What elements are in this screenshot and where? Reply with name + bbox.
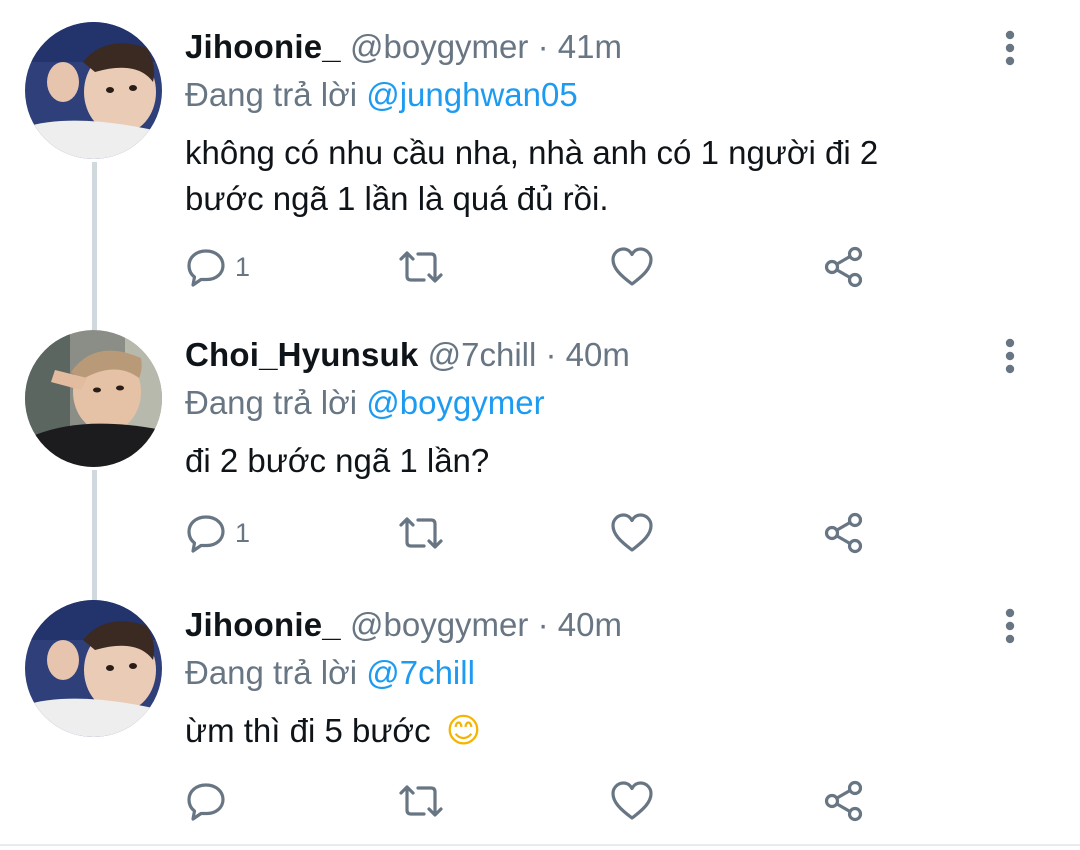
tweet-text: ừm thì đi 5 bước 😊 — [185, 708, 1005, 754]
user-handle[interactable]: @7chill — [428, 336, 537, 373]
retweet-icon — [399, 785, 443, 817]
mention-link[interactable]: @boygymer — [366, 384, 544, 421]
reply-icon — [187, 249, 225, 287]
share-icon — [824, 780, 863, 822]
tweet[interactable]: Jihoonie_ @boygymer · 40m Đang trả lời @… — [0, 600, 1080, 840]
more-vertical-icon — [1005, 338, 1015, 374]
tweet-actions: 1 — [185, 508, 885, 558]
more-button[interactable] — [995, 28, 1025, 68]
reply-icon — [187, 783, 225, 821]
more-vertical-icon — [1005, 30, 1015, 66]
separator-dot: · — [537, 606, 549, 643]
tweet-actions — [185, 776, 885, 826]
share-button[interactable] — [822, 508, 866, 558]
share-icon — [824, 512, 863, 554]
tweet-text-content: ừm thì đi 5 bước — [185, 712, 431, 749]
smiling-face-emoji: 😊 — [445, 712, 482, 750]
avatar[interactable] — [25, 22, 162, 159]
reply-button[interactable]: 1 — [185, 508, 250, 558]
heart-icon — [611, 781, 653, 820]
heart-icon — [611, 513, 653, 552]
share-button[interactable] — [822, 776, 866, 826]
reply-count: 1 — [235, 252, 251, 282]
user-handle[interactable]: @boygymer — [350, 28, 528, 65]
retweet-button[interactable] — [397, 242, 445, 292]
tweet-header: Jihoonie_ @boygymer · 40m — [185, 600, 622, 650]
separator-dot: · — [537, 28, 549, 65]
tweet-text-line: không có nhu cầu nha, nhà anh có 1 người… — [185, 134, 879, 171]
more-vertical-icon — [1005, 608, 1015, 644]
replying-to-label: Đang trả lời — [185, 384, 358, 421]
like-button[interactable] — [610, 508, 654, 558]
tweet-header: Jihoonie_ @boygymer · 41m — [185, 22, 622, 72]
tweet-actions: 1 — [185, 242, 885, 292]
display-name[interactable]: Jihoonie_ — [185, 28, 341, 65]
replying-to-label: Đang trả lời — [185, 654, 358, 691]
avatar-photo — [25, 330, 162, 467]
timestamp[interactable]: 40m — [566, 336, 630, 373]
tweet-text-line: ừm thì đi 5 bước 😊 — [185, 708, 1005, 754]
tweet[interactable]: Jihoonie_ @boygymer · 41m Đang trả lời @… — [0, 22, 1080, 312]
avatar-photo — [25, 600, 162, 737]
tweet-text-line: bước ngã 1 lần là quá đủ rồi. — [185, 180, 609, 217]
mention-link[interactable]: @junghwan05 — [366, 76, 578, 113]
replying-to: Đang trả lời @boygymer — [185, 378, 545, 428]
retweet-button[interactable] — [397, 508, 445, 558]
more-button[interactable] — [995, 336, 1025, 376]
reply-button[interactable] — [185, 776, 235, 826]
replying-to-label: Đang trả lời — [185, 76, 358, 113]
retweet-icon — [399, 517, 443, 549]
reply-icon — [187, 515, 225, 553]
more-button[interactable] — [995, 606, 1025, 646]
replying-to: Đang trả lời @7chill — [185, 648, 475, 698]
replying-to: Đang trả lời @junghwan05 — [185, 70, 578, 120]
retweet-icon — [399, 251, 443, 283]
display-name[interactable]: Jihoonie_ — [185, 606, 341, 643]
tweet[interactable]: Choi_Hyunsuk @7chill · 40m Đang trả lời … — [0, 330, 1080, 580]
share-icon — [824, 246, 863, 288]
avatar[interactable] — [25, 600, 162, 737]
reply-count: 1 — [235, 518, 251, 548]
like-button[interactable] — [610, 242, 654, 292]
tweet-text-line: đi 2 bước ngã 1 lần? — [185, 442, 490, 479]
reply-thread: Jihoonie_ @boygymer · 41m Đang trả lời @… — [0, 0, 1080, 850]
avatar-photo — [25, 22, 162, 159]
tweet-header: Choi_Hyunsuk @7chill · 40m — [185, 330, 630, 380]
tweet-text: đi 2 bước ngã 1 lần? — [185, 438, 1005, 484]
share-button[interactable] — [822, 242, 866, 292]
timestamp[interactable]: 40m — [558, 606, 622, 643]
display-name[interactable]: Choi_Hyunsuk — [185, 336, 418, 373]
avatar[interactable] — [25, 330, 162, 467]
tweet-text: không có nhu cầu nha, nhà anh có 1 người… — [185, 130, 1005, 222]
separator-dot: · — [545, 336, 557, 373]
timestamp[interactable]: 41m — [558, 28, 622, 65]
mention-link[interactable]: @7chill — [366, 654, 475, 691]
reply-button[interactable]: 1 — [185, 242, 250, 292]
divider — [0, 844, 1080, 846]
heart-icon — [611, 247, 653, 286]
retweet-button[interactable] — [397, 776, 445, 826]
like-button[interactable] — [610, 776, 654, 826]
user-handle[interactable]: @boygymer — [350, 606, 528, 643]
